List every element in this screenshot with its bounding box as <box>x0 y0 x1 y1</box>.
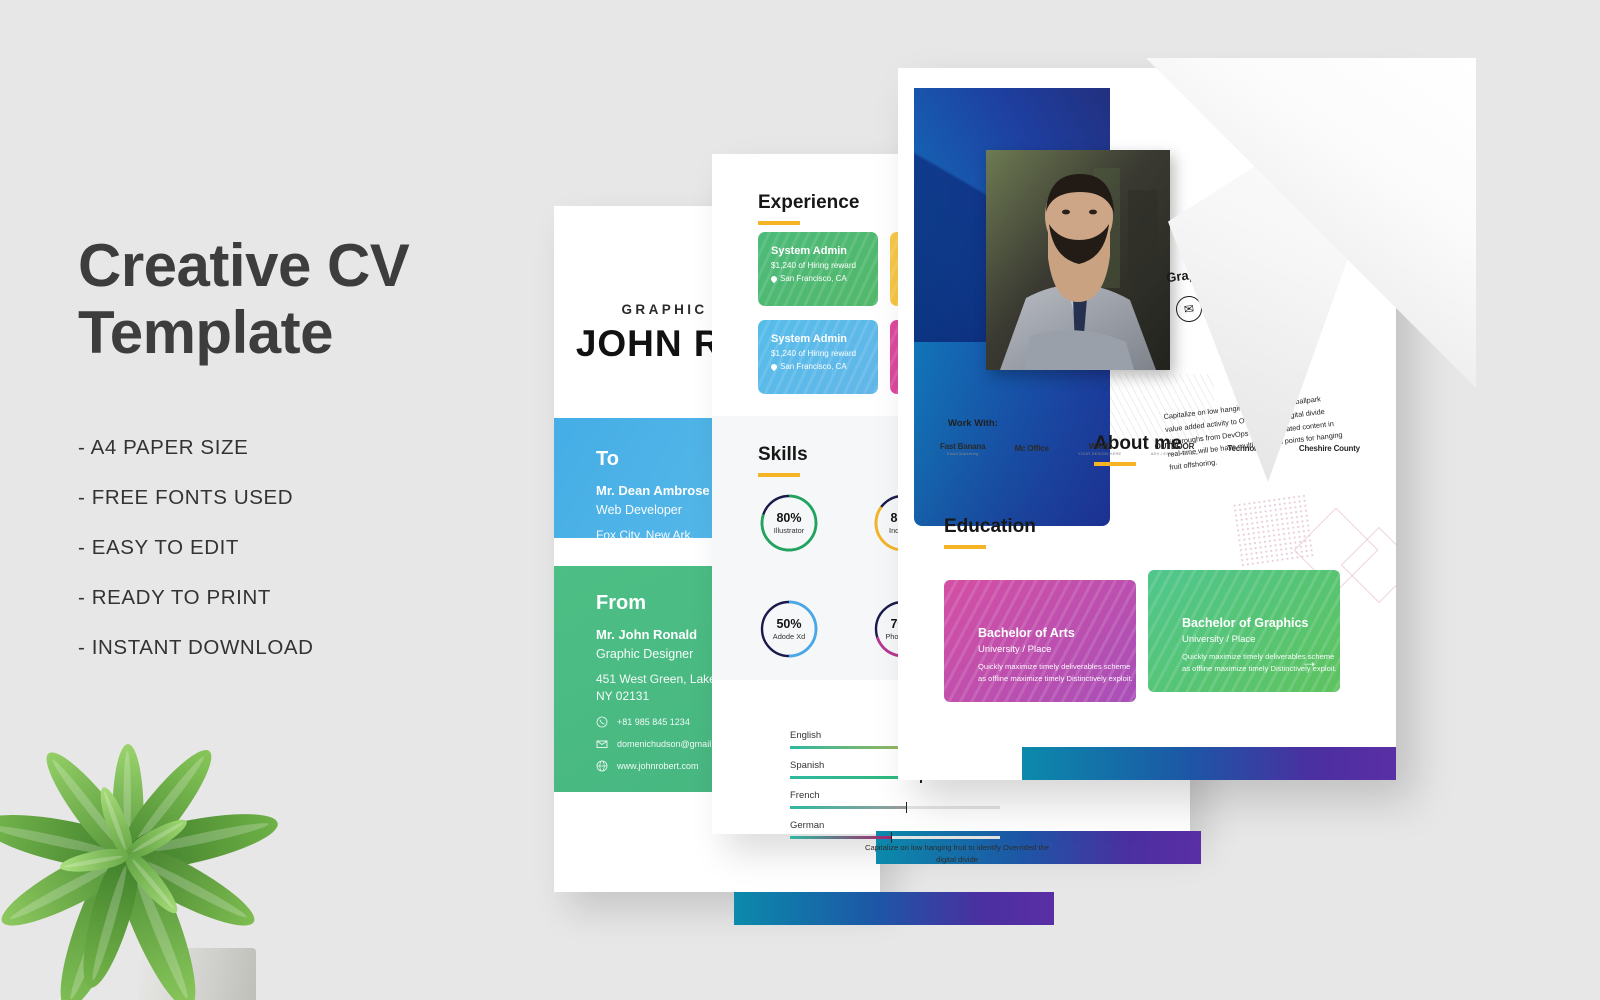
experience-pay: $1,240 of Hiring reward <box>771 349 857 358</box>
heading-rule <box>758 221 800 225</box>
phone-value: +81 985 845 1234 <box>617 716 690 727</box>
experience-pay: $1,240 of Hiring reward <box>771 261 857 270</box>
to-name: Mr. Dean Ambrose <box>596 483 710 498</box>
language-fill <box>790 836 891 839</box>
education-subtitle: University / Place <box>978 644 1052 655</box>
profile-photo <box>986 150 1170 370</box>
experience-heading: Experience <box>758 192 859 225</box>
client-logo: OUTDOOR ADV / ESTD 1976 Place <box>1150 442 1199 456</box>
skill-percent: 50% <box>776 617 802 631</box>
to-address: Fox City, New Ark, United States - NY. <box>596 528 694 538</box>
portrait-illustration <box>986 150 1170 370</box>
heading-rule <box>758 473 800 477</box>
language-name: German <box>790 820 825 831</box>
experience-title: System Admin <box>771 333 848 345</box>
middle-blurb: Capitalize on low hanging fruit to ident… <box>864 843 1050 865</box>
feature-item: - INSTANT DOWNLOAD <box>78 636 314 660</box>
language-track <box>790 802 1000 813</box>
to-label: To <box>596 448 619 470</box>
language-bar: German <box>790 820 1000 843</box>
page-title: Creative CV Template <box>78 232 410 367</box>
client-logo: Cheshire County <box>1298 444 1360 454</box>
to-role: Web Developer <box>596 503 682 517</box>
client-logo: Fast Banana Email Marketing <box>940 442 986 456</box>
client-logo-row: Fast Banana Email Marketing Mc Office WAVE Y… <box>940 442 1360 456</box>
client-logo-name: Mc Office <box>1014 444 1049 454</box>
language-fill <box>790 806 906 809</box>
education-subtitle: University / Place <box>1182 634 1256 645</box>
education-title: Bachelor of Arts <box>978 626 1075 640</box>
education-title: Bachelor of Graphics <box>1182 616 1309 630</box>
heading-rule <box>1094 462 1136 466</box>
skills-heading: Skills <box>758 444 808 477</box>
language-track <box>790 832 1000 843</box>
client-logo-sub: ADV / ESTD 1976 Place <box>1150 450 1199 456</box>
client-logo-sub: YOUR DESIGN HERE <box>1078 450 1122 456</box>
client-logo: WAVE YOUR DESIGN HERE <box>1078 442 1122 456</box>
experience-title: System Admin <box>771 245 848 257</box>
language-bar: French <box>790 790 1000 813</box>
experience-card[interactable]: System Admin $1,240 of Hiring reward San F… <box>758 232 878 306</box>
language-knob[interactable] <box>905 802 908 813</box>
work-with-label: Work With: <box>948 418 998 429</box>
skill-ring: 50% Adode Xd <box>758 598 820 660</box>
client-logo: Mc Office <box>1014 444 1049 454</box>
location-pin-icon <box>769 274 779 283</box>
skill-name: Adode Xd <box>772 632 806 641</box>
page-footer-bar <box>734 892 1054 925</box>
skill-ring: 80% Illustrator <box>758 492 820 554</box>
globe-icon <box>596 760 608 772</box>
language-name: French <box>790 790 820 801</box>
education-card[interactable]: Bachelor of Arts University / Place Quickl… <box>944 580 1136 702</box>
skill-percent: 80% <box>776 511 802 525</box>
succulent-plant <box>0 690 283 1000</box>
client-logo-name: Cheshire County <box>1298 444 1360 454</box>
education-card[interactable]: Bachelor of Graphics University / Place Qu… <box>1148 570 1340 692</box>
phone-icon <box>596 716 608 728</box>
email-icon <box>596 740 608 748</box>
feature-item: - EASY TO EDIT <box>78 536 240 560</box>
feature-item: - READY TO PRINT <box>78 586 271 610</box>
language-knob[interactable] <box>890 832 893 843</box>
page-footer-bar <box>1022 747 1396 780</box>
experience-location: San Francisco, CA <box>769 274 878 283</box>
experience-card[interactable]: System Admin $1,240 of Hiring reward San F… <box>758 320 878 394</box>
skill-name: Illustrator <box>773 526 805 535</box>
education-heading: Education <box>944 516 1036 549</box>
feature-item: - FREE FONTS USED <box>78 486 294 510</box>
client-logo-sub: Email Marketing <box>946 450 979 456</box>
arrow-right-icon[interactable]: → <box>1301 652 1318 672</box>
promo-panel: Creative CV Template - A4 PAPER SIZE - FR… <box>78 232 508 686</box>
feature-list: - A4 PAPER SIZE - FREE FONTS USED - EASY T… <box>78 436 508 660</box>
experience-location: San Francisco, CA <box>769 362 878 371</box>
education-body: Quickly maximize timely deliverables sch… <box>978 662 1133 684</box>
feature-item: - A4 PAPER SIZE <box>78 436 249 460</box>
website-value: www.johnrobert.com <box>617 760 699 771</box>
location-pin-icon <box>769 362 779 371</box>
heading-rule <box>944 545 986 549</box>
